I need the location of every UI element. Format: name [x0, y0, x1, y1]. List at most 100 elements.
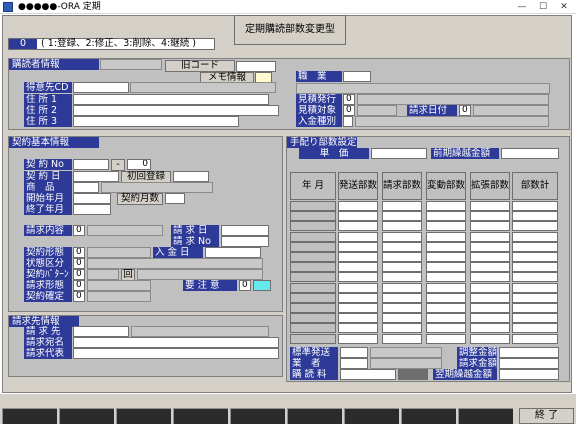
close-button[interactable]: ✕	[555, 1, 573, 13]
grid-cell-expanded[interactable]	[470, 221, 510, 232]
grid-cell-changed[interactable]	[426, 201, 466, 211]
grid-cell-expanded[interactable]	[470, 282, 510, 293]
contract-pattern-field[interactable]: 0	[73, 269, 85, 280]
function-key-1[interactable]	[2, 408, 57, 424]
grid-cell-billed[interactable]	[382, 211, 422, 222]
grid-cell-shipped[interactable]	[338, 282, 378, 293]
tokuisaki-field[interactable]	[73, 82, 129, 93]
grid-cell-expanded[interactable]	[470, 313, 510, 324]
unit-price-field[interactable]	[371, 148, 427, 159]
grid-cell-billed[interactable]	[382, 252, 422, 262]
grid-cell-billed[interactable]	[382, 231, 422, 242]
billing-amount-field[interactable]	[499, 358, 559, 369]
address3-field[interactable]	[73, 116, 239, 127]
occupation-field[interactable]	[343, 71, 371, 82]
grid-cell-changed[interactable]	[426, 272, 466, 283]
address1-field[interactable]	[73, 94, 269, 105]
grid-cell-shipped[interactable]	[338, 211, 378, 222]
grid-cell-total[interactable]	[512, 241, 558, 252]
grid-cell-billed[interactable]	[382, 333, 422, 344]
function-key-4[interactable]	[173, 408, 228, 424]
grid-cell-shipped[interactable]	[338, 292, 378, 303]
grid-cell-changed[interactable]	[426, 252, 466, 262]
function-key-5[interactable]	[230, 408, 285, 424]
grid-cell-changed[interactable]	[426, 313, 466, 324]
grid-cell-billed[interactable]	[382, 323, 422, 334]
grid-cell-billed[interactable]	[382, 262, 422, 273]
grid-cell-total[interactable]	[512, 211, 558, 222]
contract-date-field[interactable]	[73, 171, 119, 182]
caution-field[interactable]: 0	[239, 280, 251, 291]
grid-cell-total[interactable]	[512, 272, 558, 283]
adjust-amount-field[interactable]	[499, 347, 559, 358]
quote-target-field[interactable]: 0	[343, 105, 355, 116]
function-key-3[interactable]	[116, 408, 171, 424]
grid-cell-total[interactable]	[512, 282, 558, 293]
grid-cell-shipped[interactable]	[338, 333, 378, 344]
vendor-field[interactable]	[340, 358, 368, 369]
grid-cell-changed[interactable]	[426, 282, 466, 293]
grid-cell-shipped[interactable]	[338, 241, 378, 252]
billing-rep-field[interactable]	[73, 348, 279, 359]
grid-cell-changed[interactable]	[426, 262, 466, 273]
payment-type-field[interactable]	[343, 116, 353, 127]
grid-cell-shipped[interactable]	[338, 272, 378, 283]
grid-cell-expanded[interactable]	[470, 201, 510, 211]
grid-cell-expanded[interactable]	[470, 231, 510, 242]
grid-cell-expanded[interactable]	[470, 333, 510, 344]
contract-form-field[interactable]: 0	[73, 247, 85, 258]
grid-cell-changed[interactable]	[426, 292, 466, 303]
grid-cell-changed[interactable]	[426, 221, 466, 232]
grid-cell-total[interactable]	[512, 313, 558, 324]
next-carryover-field[interactable]	[499, 369, 559, 380]
grid-cell-changed[interactable]	[426, 303, 466, 313]
quote-issue-field[interactable]: 0	[343, 94, 355, 105]
grid-cell-shipped[interactable]	[338, 231, 378, 242]
grid-cell-shipped[interactable]	[338, 313, 378, 324]
grid-cell-total[interactable]	[512, 303, 558, 313]
grid-cell-expanded[interactable]	[470, 211, 510, 222]
contract-no-sub-field[interactable]: 0	[127, 159, 151, 170]
grid-cell-changed[interactable]	[426, 323, 466, 334]
grid-cell-billed[interactable]	[382, 221, 422, 232]
contract-no-field[interactable]	[73, 159, 109, 170]
grid-cell-total[interactable]	[512, 252, 558, 262]
subscription-fee-field[interactable]	[340, 369, 396, 380]
prev-carryover-field[interactable]	[501, 148, 559, 159]
grid-cell-changed[interactable]	[426, 241, 466, 252]
end-button[interactable]: 終 了	[519, 408, 574, 424]
function-key-8[interactable]	[401, 408, 456, 424]
minimize-button[interactable]: —	[513, 1, 531, 13]
function-key-2[interactable]	[59, 408, 114, 424]
billing-addressee-field[interactable]	[73, 337, 279, 348]
grid-cell-expanded[interactable]	[470, 292, 510, 303]
grid-cell-billed[interactable]	[382, 313, 422, 324]
grid-cell-billed[interactable]	[382, 303, 422, 313]
start-ym-field[interactable]	[73, 193, 111, 204]
grid-cell-expanded[interactable]	[470, 323, 510, 334]
grid-cell-total[interactable]	[512, 333, 558, 344]
maximize-button[interactable]: ☐	[534, 1, 552, 13]
grid-cell-expanded[interactable]	[470, 252, 510, 262]
grid-cell-shipped[interactable]	[338, 201, 378, 211]
grid-cell-billed[interactable]	[382, 272, 422, 283]
end-ym-field[interactable]	[73, 204, 111, 215]
grid-cell-changed[interactable]	[426, 333, 466, 344]
grid-cell-billed[interactable]	[382, 282, 422, 293]
grid-cell-billed[interactable]	[382, 201, 422, 211]
grid-cell-total[interactable]	[512, 292, 558, 303]
first-register-field[interactable]	[173, 171, 209, 182]
billing-content-field[interactable]: 0	[73, 225, 85, 236]
grid-cell-total[interactable]	[512, 201, 558, 211]
standard-shipping-field[interactable]	[340, 347, 368, 358]
function-key-7[interactable]	[344, 408, 399, 424]
billing-form-field[interactable]: 0	[73, 280, 85, 291]
grid-cell-changed[interactable]	[426, 231, 466, 242]
product-field[interactable]	[73, 182, 99, 193]
grid-cell-shipped[interactable]	[338, 221, 378, 232]
status-field[interactable]: 0	[73, 258, 85, 269]
grid-cell-expanded[interactable]	[470, 262, 510, 273]
grid-cell-total[interactable]	[512, 323, 558, 334]
contract-months-field[interactable]	[165, 193, 185, 204]
payment-day-field[interactable]	[205, 247, 261, 258]
